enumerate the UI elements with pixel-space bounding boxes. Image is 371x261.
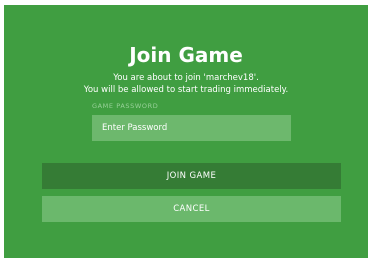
- join-game-dialog: Join Game You are about to join 'marchev…: [4, 5, 368, 258]
- cancel-button[interactable]: CANCEL: [42, 196, 341, 222]
- password-label: GAME PASSWORD: [92, 102, 159, 110]
- dialog-title: Join Game: [129, 43, 243, 67]
- join-game-button[interactable]: JOIN GAME: [42, 163, 341, 189]
- dialog-subtitle: You are about to join 'marchev18'. You w…: [4, 72, 368, 96]
- subtitle-line-2: You will be allowed to start trading imm…: [83, 85, 289, 95]
- subtitle-line-1: You are about to join 'marchev18'.: [113, 73, 259, 83]
- password-field[interactable]: [92, 115, 291, 141]
